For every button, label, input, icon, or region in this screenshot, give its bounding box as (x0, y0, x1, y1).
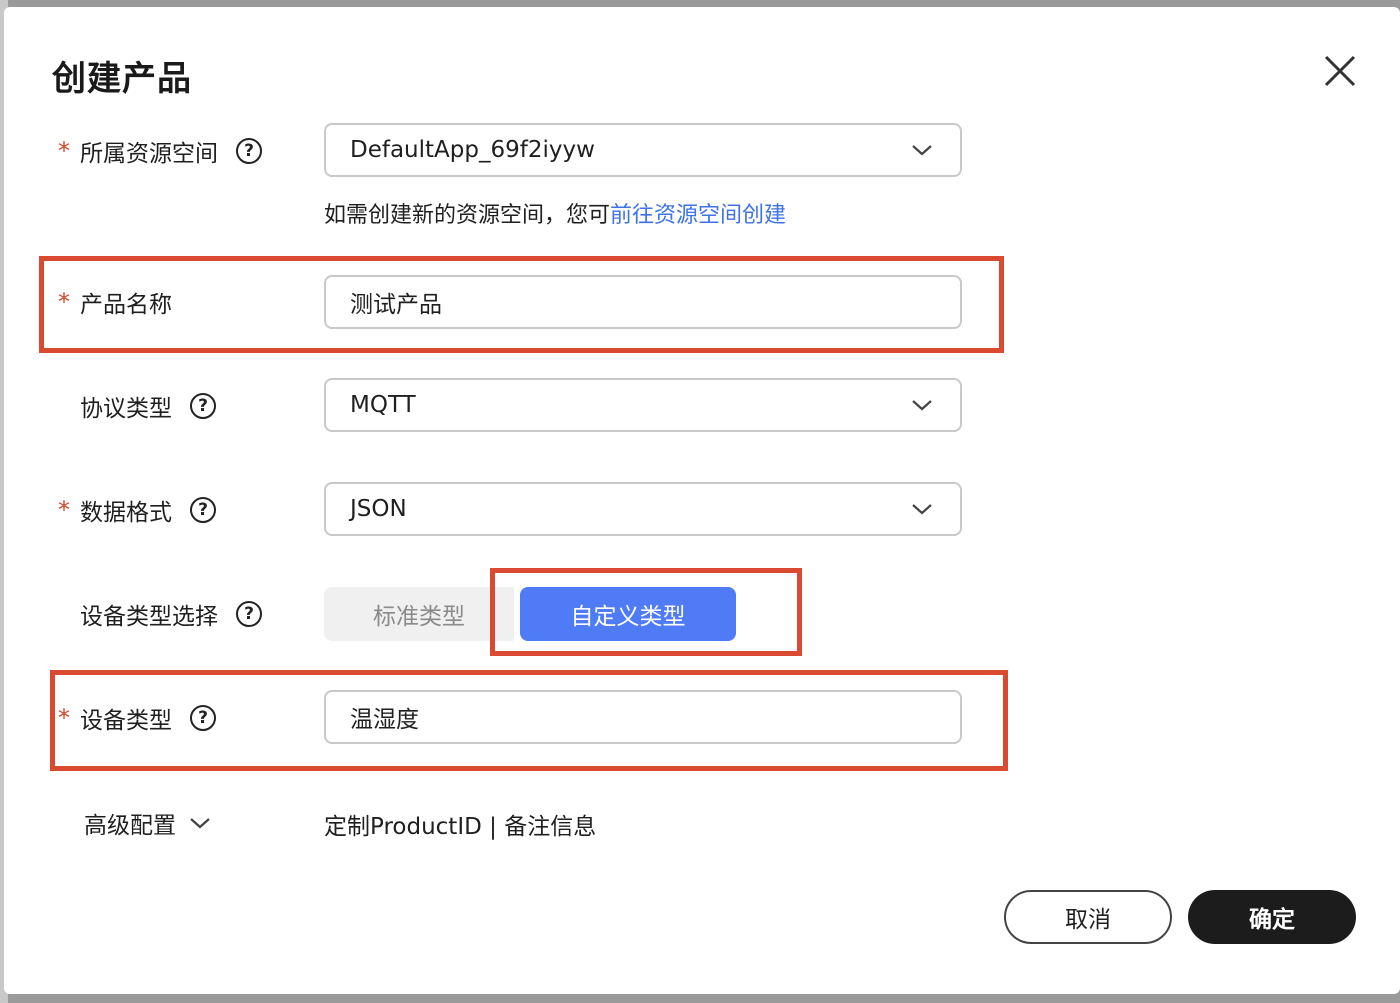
dialog-title: 创建产品 (52, 59, 192, 99)
segment-custom-type[interactable]: 自定义类型 (520, 587, 736, 641)
product-name-value: 测试产品 (350, 292, 442, 318)
help-icon[interactable]: ? (190, 497, 216, 523)
required-mark: * (58, 288, 70, 316)
advanced-config-toggle[interactable]: 高级配置 (84, 803, 212, 843)
resource-space-label-text: 所属资源空间 (80, 141, 218, 167)
chevron-down-icon (912, 400, 932, 411)
data-format-label: * 数据格式 ? (58, 490, 216, 530)
protocol-label: 协议类型 ? (58, 386, 216, 426)
cancel-button[interactable]: 取消 (1004, 890, 1172, 944)
help-icon[interactable]: ? (190, 393, 216, 419)
confirm-button[interactable]: 确定 (1188, 890, 1356, 944)
data-format-select[interactable]: JSON (324, 482, 962, 536)
product-name-input[interactable]: 测试产品 (324, 275, 962, 329)
data-format-label-text: 数据格式 (80, 500, 172, 526)
resource-space-value: DefaultApp_69f2iyyw (350, 137, 595, 163)
protocol-label-text: 协议类型 (80, 396, 172, 422)
device-type-select-label: 设备类型选择 ? (58, 594, 262, 634)
help-icon[interactable]: ? (190, 705, 216, 731)
required-mark: * (58, 496, 70, 524)
protocol-select[interactable]: MQTT (324, 378, 962, 432)
device-type-label-text: 设备类型 (80, 708, 172, 734)
device-type-select-label-text: 设备类型选择 (80, 604, 218, 630)
product-name-label-text: 产品名称 (80, 292, 172, 318)
resource-space-select[interactable]: DefaultApp_69f2iyyw (324, 123, 962, 177)
resource-space-hint: 如需创建新的资源空间，您可前往资源空间创建 (324, 197, 786, 229)
create-resource-space-link[interactable]: 前往资源空间创建 (610, 203, 786, 228)
device-type-label: * 设备类型 ? (58, 698, 216, 738)
hint-text: 如需创建新的资源空间，您可 (324, 203, 611, 228)
required-mark: * (58, 137, 70, 165)
chevron-down-icon (912, 145, 932, 156)
advanced-config-summary: 定制ProductID | 备注信息 (324, 814, 597, 840)
product-name-label: * 产品名称 (58, 282, 172, 322)
segment-standard-type[interactable]: 标准类型 (324, 587, 514, 641)
chevron-down-icon (912, 504, 932, 515)
protocol-value: MQTT (350, 392, 416, 418)
resource-space-label: * 所属资源空间 ? (58, 131, 262, 171)
device-type-value: 温湿度 (350, 707, 419, 733)
help-icon[interactable]: ? (236, 138, 262, 164)
device-type-input[interactable]: 温湿度 (324, 690, 962, 744)
chevron-down-icon (190, 818, 210, 829)
close-icon[interactable] (1322, 53, 1358, 89)
create-product-dialog: 创建产品 * 所属资源空间 ? DefaultApp_69f2iyyw 如需创建… (4, 7, 1400, 994)
data-format-value: JSON (350, 496, 407, 522)
advanced-config-label: 高级配置 (84, 813, 176, 839)
help-icon[interactable]: ? (236, 601, 262, 627)
required-mark: * (58, 704, 70, 732)
